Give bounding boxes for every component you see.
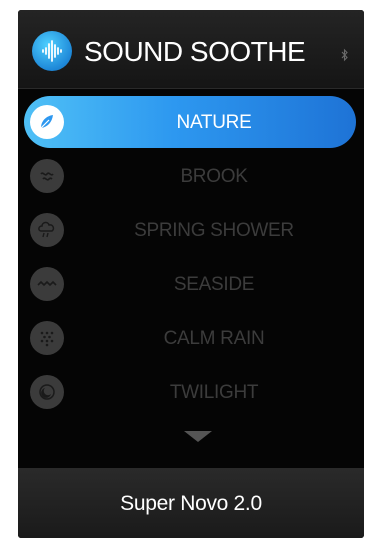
app-title: SOUND SOOTHE: [84, 36, 306, 67]
app-screen: SOUND SOOTHE NATURE BROOK SPRING SHOWER …: [18, 10, 364, 538]
sound-item-calm-rain[interactable]: CALM RAIN: [24, 312, 356, 364]
sound-item-seaside[interactable]: SEASIDE: [24, 258, 356, 310]
leaf-icon: [30, 105, 64, 139]
sound-item-label: TWILIGHT: [169, 382, 259, 403]
brook-icon: [30, 159, 64, 193]
waves-icon: [30, 267, 64, 301]
sound-item-twilight[interactable]: TWILIGHT: [24, 366, 356, 418]
sound-item-label: BROOK: [180, 166, 248, 187]
sound-item-label: SEASIDE: [173, 274, 255, 295]
sound-item-label: SPRING SHOWER: [134, 220, 294, 241]
rain-drops-icon: [30, 321, 64, 355]
device-name: Super Novo 2.0: [120, 492, 262, 515]
sound-item-nature[interactable]: NATURE: [24, 96, 356, 148]
app-header: SOUND SOOTHE: [18, 10, 364, 89]
soundwave-icon: [32, 31, 72, 71]
device-footer: Super Novo 2.0: [18, 468, 364, 538]
sound-item-brook[interactable]: BROOK: [24, 150, 356, 202]
bluetooth-icon: [341, 48, 349, 62]
sound-item-spring-shower[interactable]: SPRING SHOWER: [24, 204, 356, 256]
sound-item-label: NATURE: [176, 112, 252, 133]
moon-icon: [30, 375, 64, 409]
shower-icon: [30, 213, 64, 247]
chevron-down-icon[interactable]: [184, 431, 212, 442]
sound-item-label: CALM RAIN: [163, 328, 265, 349]
